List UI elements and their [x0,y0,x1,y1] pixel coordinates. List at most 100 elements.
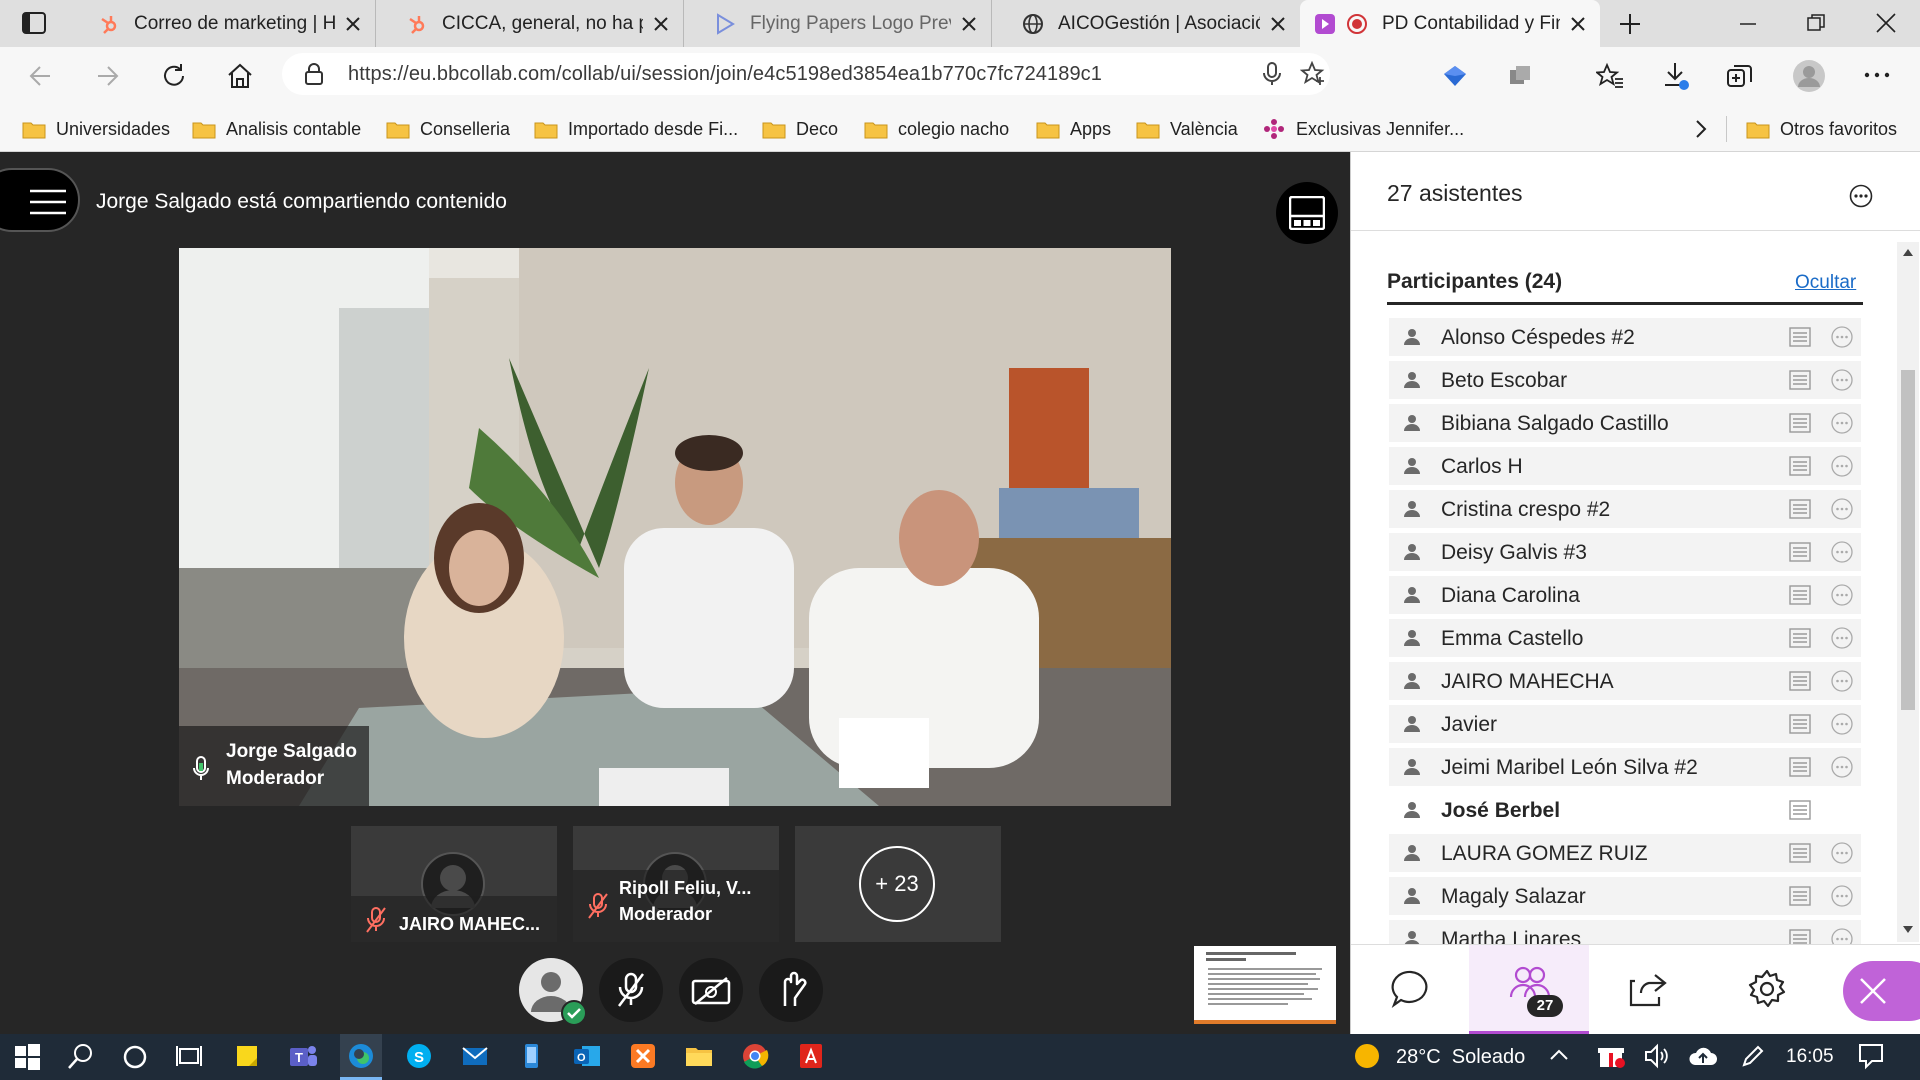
participant-options-icon[interactable] [1831,627,1853,649]
extension-shield-icon[interactable] [1442,64,1468,88]
notes-list-icon[interactable] [1789,671,1811,691]
notifications-icon[interactable] [1856,1041,1888,1073]
notes-list-icon[interactable] [1789,929,1811,944]
extension-puzzle-icon[interactable] [1508,64,1532,88]
bookmark-folder[interactable]: Deco [762,114,838,144]
participant-row[interactable]: Magaly Salazar [1389,877,1861,915]
raise-hand-button[interactable] [759,958,823,1022]
shared-content-thumbnail[interactable] [1194,946,1336,1024]
acrobat-icon[interactable] [796,1041,828,1073]
teams-icon[interactable]: T [288,1041,320,1073]
participant-options-icon[interactable] [1831,541,1853,563]
participant-options-icon[interactable] [1831,455,1853,477]
notes-list-icon[interactable] [1789,757,1811,777]
file-explorer-icon[interactable] [684,1041,716,1073]
participant-row[interactable]: Carlos H [1389,447,1861,485]
volume-icon[interactable] [1642,1041,1674,1073]
tab-actions-icon[interactable] [22,12,46,34]
participant-options-icon[interactable] [1831,670,1853,692]
participant-row[interactable]: JAIRO MAHECHA [1389,662,1861,700]
more-participants-tile[interactable]: + 23 [795,826,1001,942]
refresh-icon[interactable] [160,62,188,90]
notes-list-icon[interactable] [1789,628,1811,648]
clock-time[interactable]: 16:05 [1786,1046,1834,1068]
tab-hubspot-cicca[interactable]: CICCA, general, no ha proporcionado [382,0,684,47]
notes-list-icon[interactable] [1789,585,1811,605]
session-menu-button[interactable] [0,168,80,232]
chat-tab-button[interactable] [1351,945,1469,1035]
notes-list-icon[interactable] [1789,370,1811,390]
xampp-icon[interactable] [628,1041,660,1073]
close-tab-icon[interactable] [1568,14,1588,34]
participant-tile[interactable]: JAIRO MAHEC... [351,826,557,942]
mail-icon[interactable] [460,1041,492,1073]
participant-options-icon[interactable] [1831,928,1853,944]
close-tab-icon[interactable] [959,14,979,34]
notes-list-icon[interactable] [1789,843,1811,863]
address-bar[interactable]: https://eu.bbcollab.com/collab/ui/sessio… [282,53,1330,95]
notes-list-icon[interactable] [1789,714,1811,734]
participant-row[interactable]: Javier [1389,705,1861,743]
participant-options-icon[interactable] [1831,498,1853,520]
search-icon[interactable] [66,1041,98,1073]
notes-list-icon[interactable] [1789,800,1811,820]
close-panel-button[interactable] [1843,961,1920,1021]
gift-notification-icon[interactable] [1596,1041,1628,1073]
attendees-tab-button[interactable]: 27 [1469,945,1589,1035]
participant-row[interactable]: Jeimi Maribel León Silva #2 [1389,748,1861,786]
participant-row[interactable]: LAURA GOMEZ RUIZ [1389,834,1861,872]
participant-row[interactable]: Beto Escobar [1389,361,1861,399]
more-menu-icon[interactable] [1864,72,1890,78]
sticky-notes-icon[interactable] [232,1041,264,1073]
new-tab-plus-icon[interactable] [1618,12,1642,36]
bookmark-folder[interactable]: Universidades [22,114,170,144]
participant-row[interactable]: Martha Linares [1389,920,1861,944]
cortana-icon[interactable] [120,1041,152,1073]
lock-icon[interactable] [304,63,324,85]
notes-list-icon[interactable] [1789,327,1811,347]
notes-list-icon[interactable] [1789,499,1811,519]
cloud-upload-icon[interactable] [1688,1041,1720,1073]
participant-row[interactable]: Bibiana Salgado Castillo [1389,404,1861,442]
notes-list-icon[interactable] [1789,413,1811,433]
participant-row[interactable]: Emma Castello [1389,619,1861,657]
edge-browser-icon[interactable] [340,1034,382,1080]
chevron-up-icon[interactable] [1548,1044,1580,1076]
camera-toggle-button[interactable] [679,958,743,1022]
phone-app-icon[interactable] [516,1041,548,1073]
bookmark-folder[interactable]: colegio nacho [864,114,1009,144]
participant-options-icon[interactable] [1831,412,1853,434]
chevron-right-icon[interactable] [1694,119,1708,139]
profile-avatar-icon[interactable] [1792,59,1826,93]
microphone-toggle-button[interactable] [599,958,663,1022]
collections-toolbar-icon[interactable] [1726,62,1754,90]
notes-list-icon[interactable] [1789,456,1811,476]
chrome-icon[interactable] [740,1041,772,1073]
share-content-tab-button[interactable] [1589,945,1707,1035]
participant-options-icon[interactable] [1831,713,1853,735]
task-view-icon[interactable] [174,1041,206,1073]
weather-text[interactable]: 28°C Soleado [1396,1046,1525,1069]
close-tab-icon[interactable] [1268,14,1288,34]
add-favorite-star-icon[interactable] [1300,61,1326,87]
tab-flying-papers[interactable]: Flying Papers Logo Preview [690,0,992,47]
skype-icon[interactable]: S [404,1041,436,1073]
pen-icon[interactable] [1738,1041,1770,1073]
participant-tile[interactable]: Ripoll Feliu, V... Moderador [573,826,779,942]
layout-toggle-button[interactable] [1276,182,1338,244]
scroll-down-icon[interactable] [1903,926,1913,934]
microphone-icon[interactable] [1262,62,1282,86]
notes-list-icon[interactable] [1789,886,1811,906]
bookmark-folder[interactable]: València [1136,114,1238,144]
settings-tab-button[interactable] [1707,945,1825,1035]
tab-aicogestion[interactable]: AICOGestión | Asociación [998,0,1300,47]
bookmark-folder[interactable]: Apps [1036,114,1111,144]
home-icon[interactable] [226,62,254,90]
other-favorites-folder[interactable]: Otros favoritos [1746,114,1897,144]
participant-row[interactable]: Cristina crespo #2 [1389,490,1861,528]
tab-pd-contabilidad[interactable]: PD Contabilidad y Finanzas [1300,0,1600,47]
participant-row[interactable]: Alonso Céspedes #2 [1389,318,1861,356]
downloads-icon[interactable] [1662,61,1690,91]
close-tab-icon[interactable] [651,14,671,34]
my-status-button[interactable] [519,958,587,1026]
